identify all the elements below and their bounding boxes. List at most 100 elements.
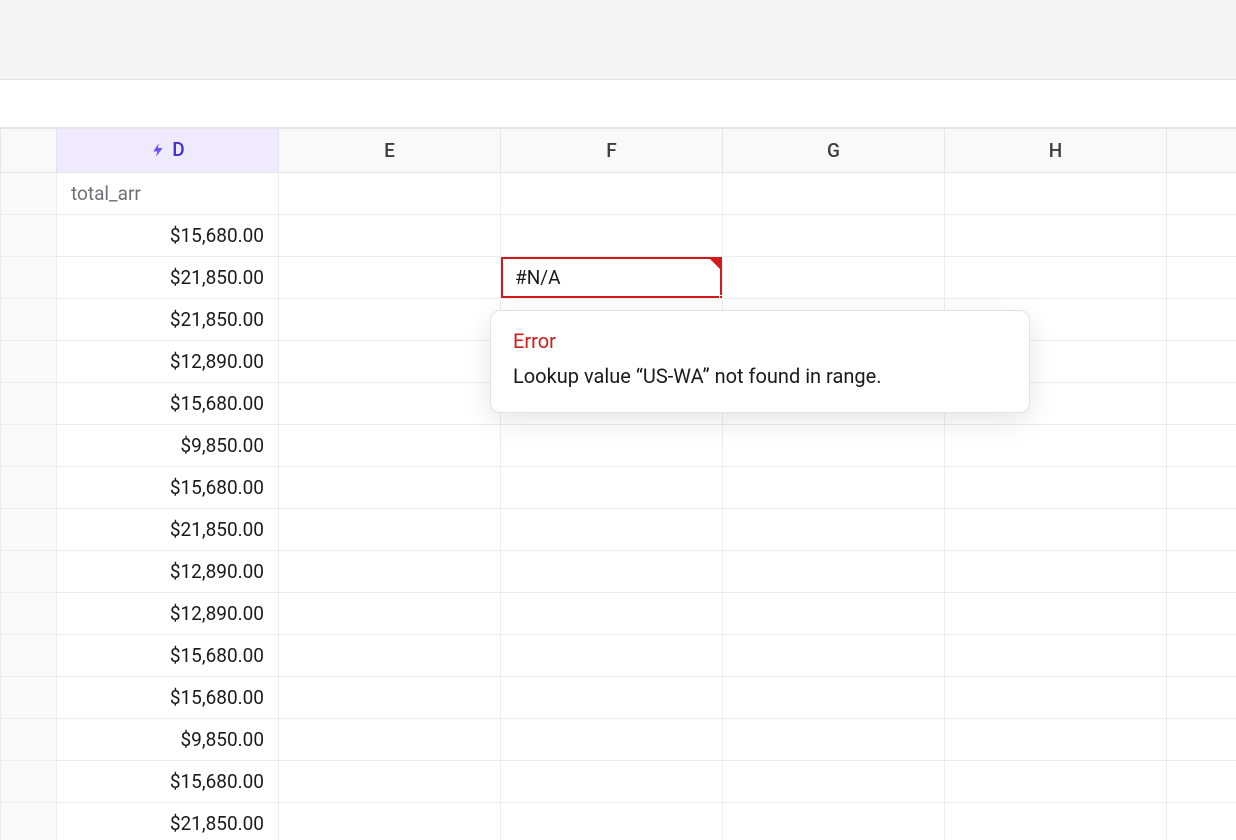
cell[interactable] xyxy=(279,467,501,509)
cell[interactable]: $9,850.00 xyxy=(57,719,279,761)
cell[interactable] xyxy=(723,509,945,551)
column-header-G[interactable]: G xyxy=(723,129,945,173)
cell[interactable]: $21,850.00 xyxy=(57,803,279,840)
cell[interactable] xyxy=(501,509,723,551)
cell[interactable] xyxy=(723,467,945,509)
cell[interactable] xyxy=(1167,635,1236,677)
selected-cell-error[interactable]: #N/A xyxy=(501,257,723,299)
cell[interactable] xyxy=(945,467,1167,509)
cell[interactable]: $12,890.00 xyxy=(57,341,279,383)
row-header-stub[interactable] xyxy=(1,383,57,425)
row-header-stub[interactable] xyxy=(1,425,57,467)
cell[interactable] xyxy=(501,719,723,761)
cell[interactable] xyxy=(501,173,723,215)
cell[interactable] xyxy=(1167,173,1236,215)
row-header-stub[interactable] xyxy=(1,509,57,551)
cell[interactable] xyxy=(279,425,501,467)
cell[interactable] xyxy=(1167,425,1236,467)
cell[interactable] xyxy=(501,593,723,635)
cell[interactable] xyxy=(1167,467,1236,509)
cell[interactable] xyxy=(723,173,945,215)
cell[interactable] xyxy=(279,341,501,383)
cell[interactable] xyxy=(945,803,1167,840)
cell[interactable] xyxy=(945,761,1167,803)
cell[interactable] xyxy=(279,719,501,761)
cell[interactable] xyxy=(945,551,1167,593)
cell[interactable] xyxy=(1167,509,1236,551)
cell[interactable] xyxy=(279,383,501,425)
cell[interactable] xyxy=(1167,677,1236,719)
cell[interactable] xyxy=(945,215,1167,257)
spreadsheet-grid[interactable]: D E F G H total_arr $15,680.00 xyxy=(0,128,1236,840)
cell[interactable] xyxy=(945,509,1167,551)
cell[interactable] xyxy=(501,215,723,257)
column-header-F[interactable]: F xyxy=(501,129,723,173)
cell[interactable] xyxy=(1167,215,1236,257)
cell[interactable]: $15,680.00 xyxy=(57,383,279,425)
cell[interactable]: $9,850.00 xyxy=(57,425,279,467)
formula-bar-area[interactable] xyxy=(0,80,1236,128)
cell[interactable]: total_arr xyxy=(57,173,279,215)
cell[interactable] xyxy=(501,551,723,593)
cell[interactable] xyxy=(723,803,945,840)
cell[interactable]: $12,890.00 xyxy=(57,593,279,635)
cell[interactable] xyxy=(279,551,501,593)
column-header-H[interactable]: H xyxy=(945,129,1167,173)
cell[interactable] xyxy=(279,215,501,257)
cell[interactable] xyxy=(279,677,501,719)
cell[interactable] xyxy=(501,803,723,840)
cell[interactable] xyxy=(1167,761,1236,803)
cell[interactable] xyxy=(279,635,501,677)
cell[interactable] xyxy=(945,173,1167,215)
column-header-D[interactable]: D xyxy=(57,129,279,173)
row-header-stub[interactable] xyxy=(1,551,57,593)
row-header-stub[interactable] xyxy=(1,803,57,840)
cell[interactable]: $21,850.00 xyxy=(57,257,279,299)
cell[interactable] xyxy=(1167,593,1236,635)
cell[interactable] xyxy=(501,635,723,677)
row-header-stub[interactable] xyxy=(1,173,57,215)
row-header-stub[interactable] xyxy=(1,761,57,803)
cell[interactable] xyxy=(1167,257,1236,299)
cell[interactable]: $12,890.00 xyxy=(57,551,279,593)
cell[interactable] xyxy=(723,677,945,719)
cell[interactable]: $15,680.00 xyxy=(57,467,279,509)
row-header-stub[interactable] xyxy=(1,341,57,383)
cell[interactable] xyxy=(723,719,945,761)
cell[interactable]: $15,680.00 xyxy=(57,677,279,719)
cell[interactable] xyxy=(723,593,945,635)
cell[interactable]: $15,680.00 xyxy=(57,215,279,257)
cell[interactable] xyxy=(723,551,945,593)
cell[interactable] xyxy=(723,215,945,257)
row-header-stub[interactable] xyxy=(1,299,57,341)
cell[interactable] xyxy=(501,425,723,467)
error-indicator-icon[interactable] xyxy=(708,257,722,271)
cell[interactable] xyxy=(945,425,1167,467)
cell[interactable]: $21,850.00 xyxy=(57,509,279,551)
row-header-stub[interactable] xyxy=(1,719,57,761)
cell[interactable] xyxy=(945,635,1167,677)
cell[interactable] xyxy=(279,593,501,635)
select-all-corner[interactable] xyxy=(1,129,57,173)
cell[interactable]: $21,850.00 xyxy=(57,299,279,341)
column-header-E[interactable]: E xyxy=(279,129,501,173)
cell[interactable] xyxy=(1167,341,1236,383)
row-header-stub[interactable] xyxy=(1,467,57,509)
cell[interactable]: $15,680.00 xyxy=(57,761,279,803)
row-header-stub[interactable] xyxy=(1,635,57,677)
cell[interactable] xyxy=(1167,551,1236,593)
cell[interactable] xyxy=(279,803,501,840)
cell[interactable] xyxy=(279,173,501,215)
cell[interactable] xyxy=(723,635,945,677)
cell[interactable] xyxy=(501,467,723,509)
cell[interactable] xyxy=(945,593,1167,635)
cell[interactable] xyxy=(279,299,501,341)
cell[interactable] xyxy=(1167,383,1236,425)
fill-handle[interactable] xyxy=(719,295,723,299)
cell[interactable] xyxy=(279,761,501,803)
cell[interactable] xyxy=(279,509,501,551)
cell[interactable] xyxy=(501,761,723,803)
cell[interactable] xyxy=(723,761,945,803)
cell[interactable] xyxy=(279,257,501,299)
cell[interactable] xyxy=(723,257,945,299)
